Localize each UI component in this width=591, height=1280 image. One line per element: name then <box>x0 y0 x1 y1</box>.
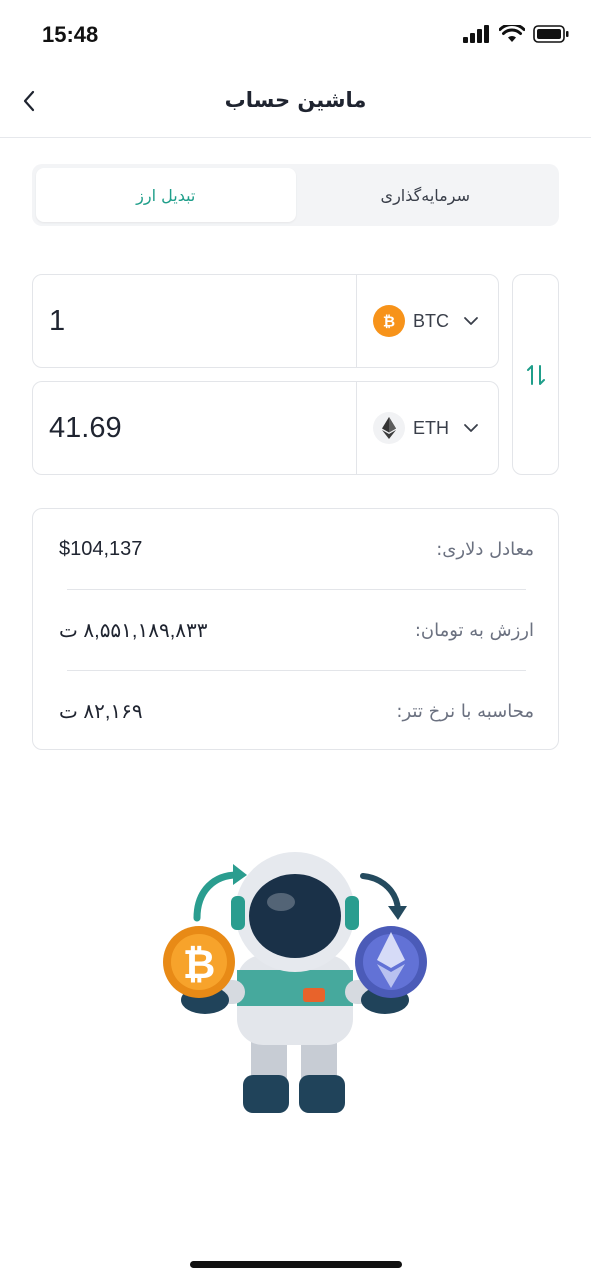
from-currency-code: BTC <box>413 310 449 331</box>
ethereum-icon <box>373 412 405 444</box>
page-title: ماشین حساب <box>224 88 367 112</box>
from-currency-selector[interactable]: ₿ BTC <box>356 275 498 367</box>
battery-icon <box>533 25 569 43</box>
chevron-down-icon <box>464 317 478 325</box>
astronaut-illustration: ₿ <box>163 852 427 1113</box>
status-time: 15:48 <box>42 22 99 47</box>
wifi-icon <box>499 25 525 42</box>
from-currency-field: ₿ BTC <box>32 274 499 368</box>
usd-equivalent-row: $104,137 معادل دلاری: <box>33 509 560 589</box>
swap-arrows-icon <box>526 364 545 385</box>
status-bar: 15:48 <box>0 0 591 72</box>
bitcoin-icon: ₿ <box>373 305 405 337</box>
to-amount-input[interactable] <box>49 382 349 474</box>
svg-text:₿: ₿ <box>383 313 395 331</box>
svg-text:₿: ₿ <box>183 942 216 988</box>
usd-value: $104,137 <box>59 537 143 560</box>
tether-rate-row: ۸۲,۱۶۹ ت محاسبه با نرخ تتر: <box>33 671 560 751</box>
toman-label: ارزش به تومان: <box>414 619 534 641</box>
tether-value: ۸۲,۱۶۹ ت <box>59 700 143 723</box>
tab-investment[interactable]: سرمایه‌گذاری <box>296 168 556 222</box>
mode-tabs: تبدیل ارز سرمایه‌گذاری <box>32 164 559 226</box>
status-icons <box>463 25 569 43</box>
app-header: ماشین حساب <box>0 72 591 138</box>
tab-currency-conversion[interactable]: تبدیل ارز <box>36 168 296 222</box>
to-currency-field: ETH <box>32 381 499 475</box>
chevron-down-icon <box>464 424 478 432</box>
to-currency-selector[interactable]: ETH <box>356 382 498 474</box>
from-amount-input[interactable] <box>49 275 349 367</box>
conversion-info-card: $104,137 معادل دلاری: ۸,۵۵۱,۱۸۹,۸۳۳ ت ار… <box>32 508 559 750</box>
usd-label: معادل دلاری: <box>436 538 534 560</box>
swap-currencies-button[interactable] <box>512 274 559 475</box>
toman-value: ۸,۵۵۱,۱۸۹,۸۳۳ ت <box>59 619 208 642</box>
toman-value-row: ۸,۵۵۱,۱۸۹,۸۳۳ ت ارزش به تومان: <box>33 590 560 670</box>
signal-icon <box>463 25 489 43</box>
tether-label: محاسبه با نرخ تتر: <box>396 700 534 722</box>
home-indicator <box>190 1261 402 1268</box>
to-currency-code: ETH <box>413 417 449 438</box>
